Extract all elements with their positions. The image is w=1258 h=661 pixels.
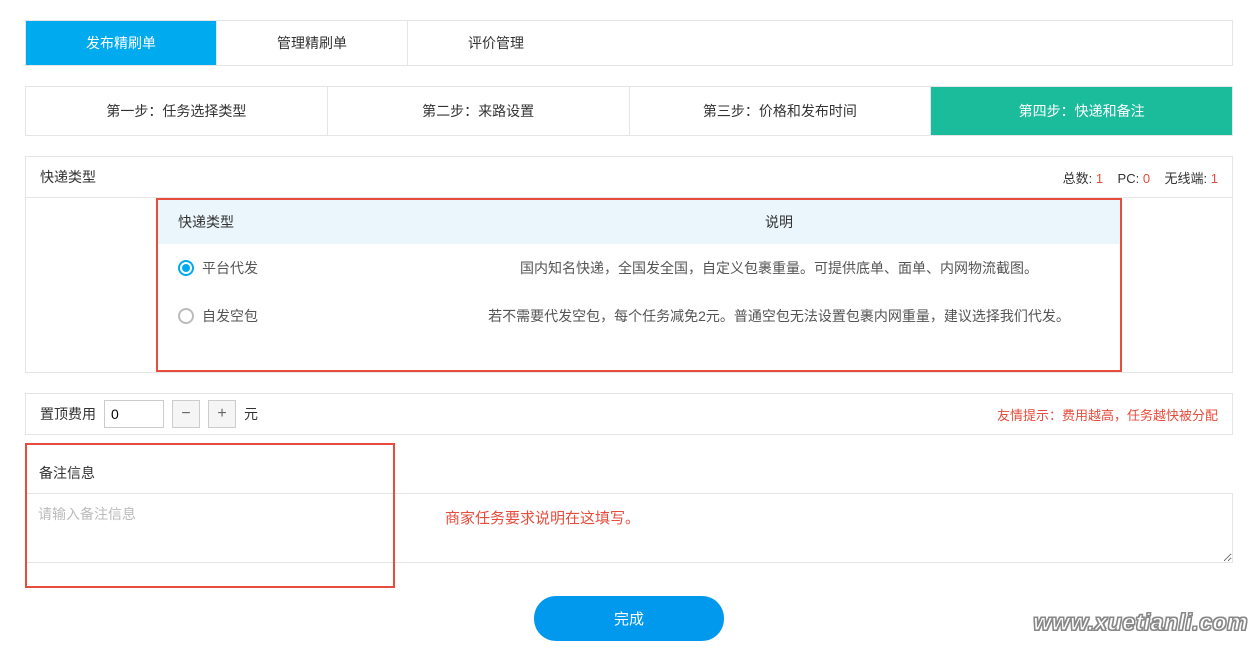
stats-mobile-value: 1 — [1211, 171, 1218, 186]
stats-total-value: 1 — [1096, 171, 1103, 186]
step-1[interactable]: 第一步：任务选择类型 — [26, 87, 328, 135]
th-desc: 说明 — [438, 200, 1120, 244]
top-fee-section: 置顶费用 − + 元 友情提示：费用越高，任务越快被分配 — [25, 393, 1233, 435]
option-desc: 若不需要代发空包，每个任务减免2元。普通空包无法设置包裹内网重量，建议选择我们代… — [438, 292, 1120, 340]
remark-section: 备注信息 商家任务要求说明在这填写。 — [25, 455, 1233, 566]
radio-icon — [178, 260, 194, 276]
increment-button[interactable]: + — [208, 400, 236, 428]
tab-manage[interactable]: 管理精刷单 — [217, 21, 408, 65]
radio-icon — [178, 308, 194, 324]
option-desc: 国内知名快递，全国发全国，自定义包裹重量。可提供底单、面单、内网物流截图。 — [438, 244, 1120, 292]
stats-total-label: 总数: — [1063, 171, 1093, 186]
shipping-highlight-box: 快递类型 说明 平台代发 国内知名快递，全国发全国，自定义包裹重量。可提供底单、… — [156, 198, 1122, 372]
tab-publish[interactable]: 发布精刷单 — [26, 21, 217, 65]
th-type: 快递类型 — [158, 200, 438, 244]
radio-label: 自发空包 — [202, 306, 258, 326]
shipping-table: 快递类型 说明 平台代发 国内知名快递，全国发全国，自定义包裹重量。可提供底单、… — [158, 200, 1120, 340]
top-fee-tip: 友情提示：费用越高，任务越快被分配 — [997, 405, 1218, 424]
stats-mobile-label: 无线端: — [1165, 171, 1208, 186]
top-fee-unit: 元 — [244, 404, 258, 424]
step-2[interactable]: 第二步：来路设置 — [328, 87, 630, 135]
table-row: 平台代发 国内知名快递，全国发全国，自定义包裹重量。可提供底单、面单、内网物流截… — [158, 244, 1120, 292]
steps-nav: 第一步：任务选择类型 第二步：来路设置 第三步：价格和发布时间 第四步：快递和备… — [25, 86, 1233, 136]
tab-review[interactable]: 评价管理 — [408, 21, 584, 65]
step-4[interactable]: 第四步：快递和备注 — [931, 87, 1232, 135]
remark-textarea[interactable] — [25, 493, 1233, 563]
top-fee-input[interactable] — [104, 400, 164, 428]
radio-platform-send[interactable]: 平台代发 — [178, 258, 418, 278]
remark-label: 备注信息 — [25, 455, 1233, 493]
stats-pc-label: PC: — [1118, 171, 1140, 186]
radio-self-send[interactable]: 自发空包 — [178, 306, 418, 326]
shipping-stats: 总数: 1 PC: 0 无线端: 1 — [1063, 168, 1218, 187]
shipping-title: 快递类型 — [40, 167, 96, 187]
top-fee-label: 置顶费用 — [40, 404, 96, 424]
shipping-section: 快递类型 总数: 1 PC: 0 无线端: 1 快递类型 说明 — [25, 156, 1233, 373]
submit-row: 完成 — [25, 596, 1233, 641]
radio-label: 平台代发 — [202, 258, 258, 278]
shipping-header: 快递类型 总数: 1 PC: 0 无线端: 1 — [26, 157, 1232, 198]
decrement-button[interactable]: − — [172, 400, 200, 428]
step-3[interactable]: 第三步：价格和发布时间 — [630, 87, 932, 135]
table-row: 自发空包 若不需要代发空包，每个任务减免2元。普通空包无法设置包裹内网重量，建议… — [158, 292, 1120, 340]
top-fee-controls: 置顶费用 − + 元 — [40, 400, 258, 428]
stats-pc-value: 0 — [1143, 171, 1150, 186]
submit-button[interactable]: 完成 — [534, 596, 724, 641]
remark-note: 商家任务要求说明在这填写。 — [445, 507, 640, 528]
main-tabs: 发布精刷单 管理精刷单 评价管理 — [25, 20, 1233, 66]
